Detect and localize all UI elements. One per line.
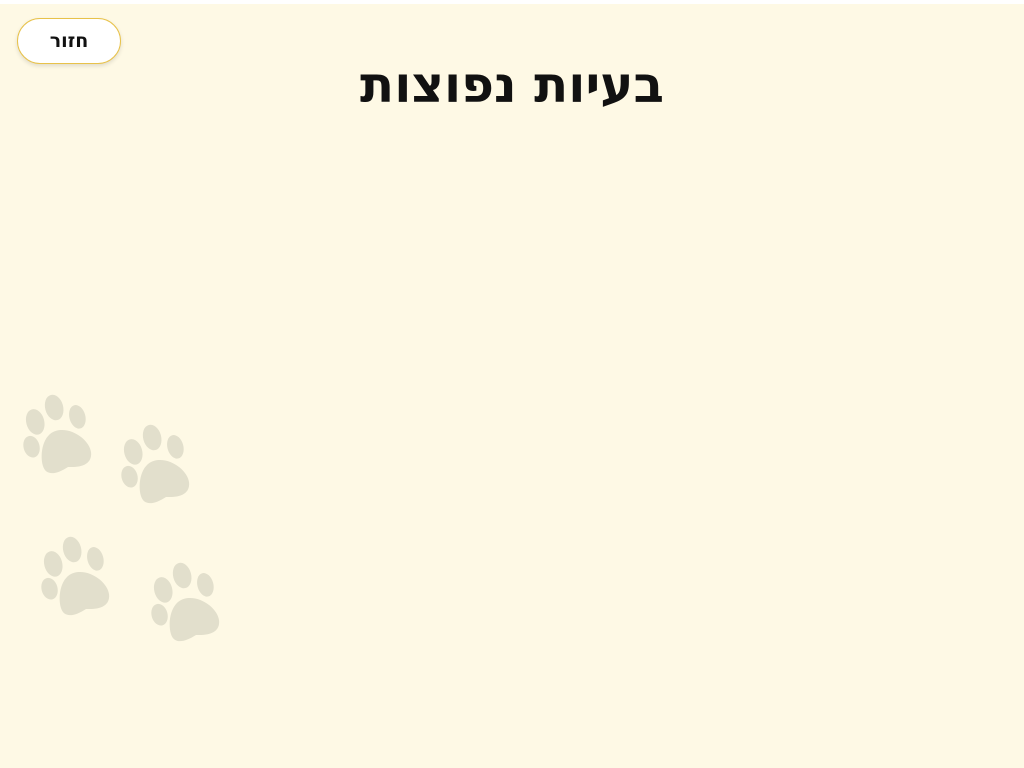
app-screen: חזור בעיות נפוצות — [0, 4, 1024, 768]
paw-print-icon — [116, 422, 200, 512]
page-title: בעיות נפוצות — [360, 56, 664, 114]
paw-print-icon — [18, 392, 102, 482]
paw-print-icon — [36, 534, 120, 624]
paw-print-icon — [146, 560, 230, 650]
back-button-label: חזור — [49, 30, 89, 52]
